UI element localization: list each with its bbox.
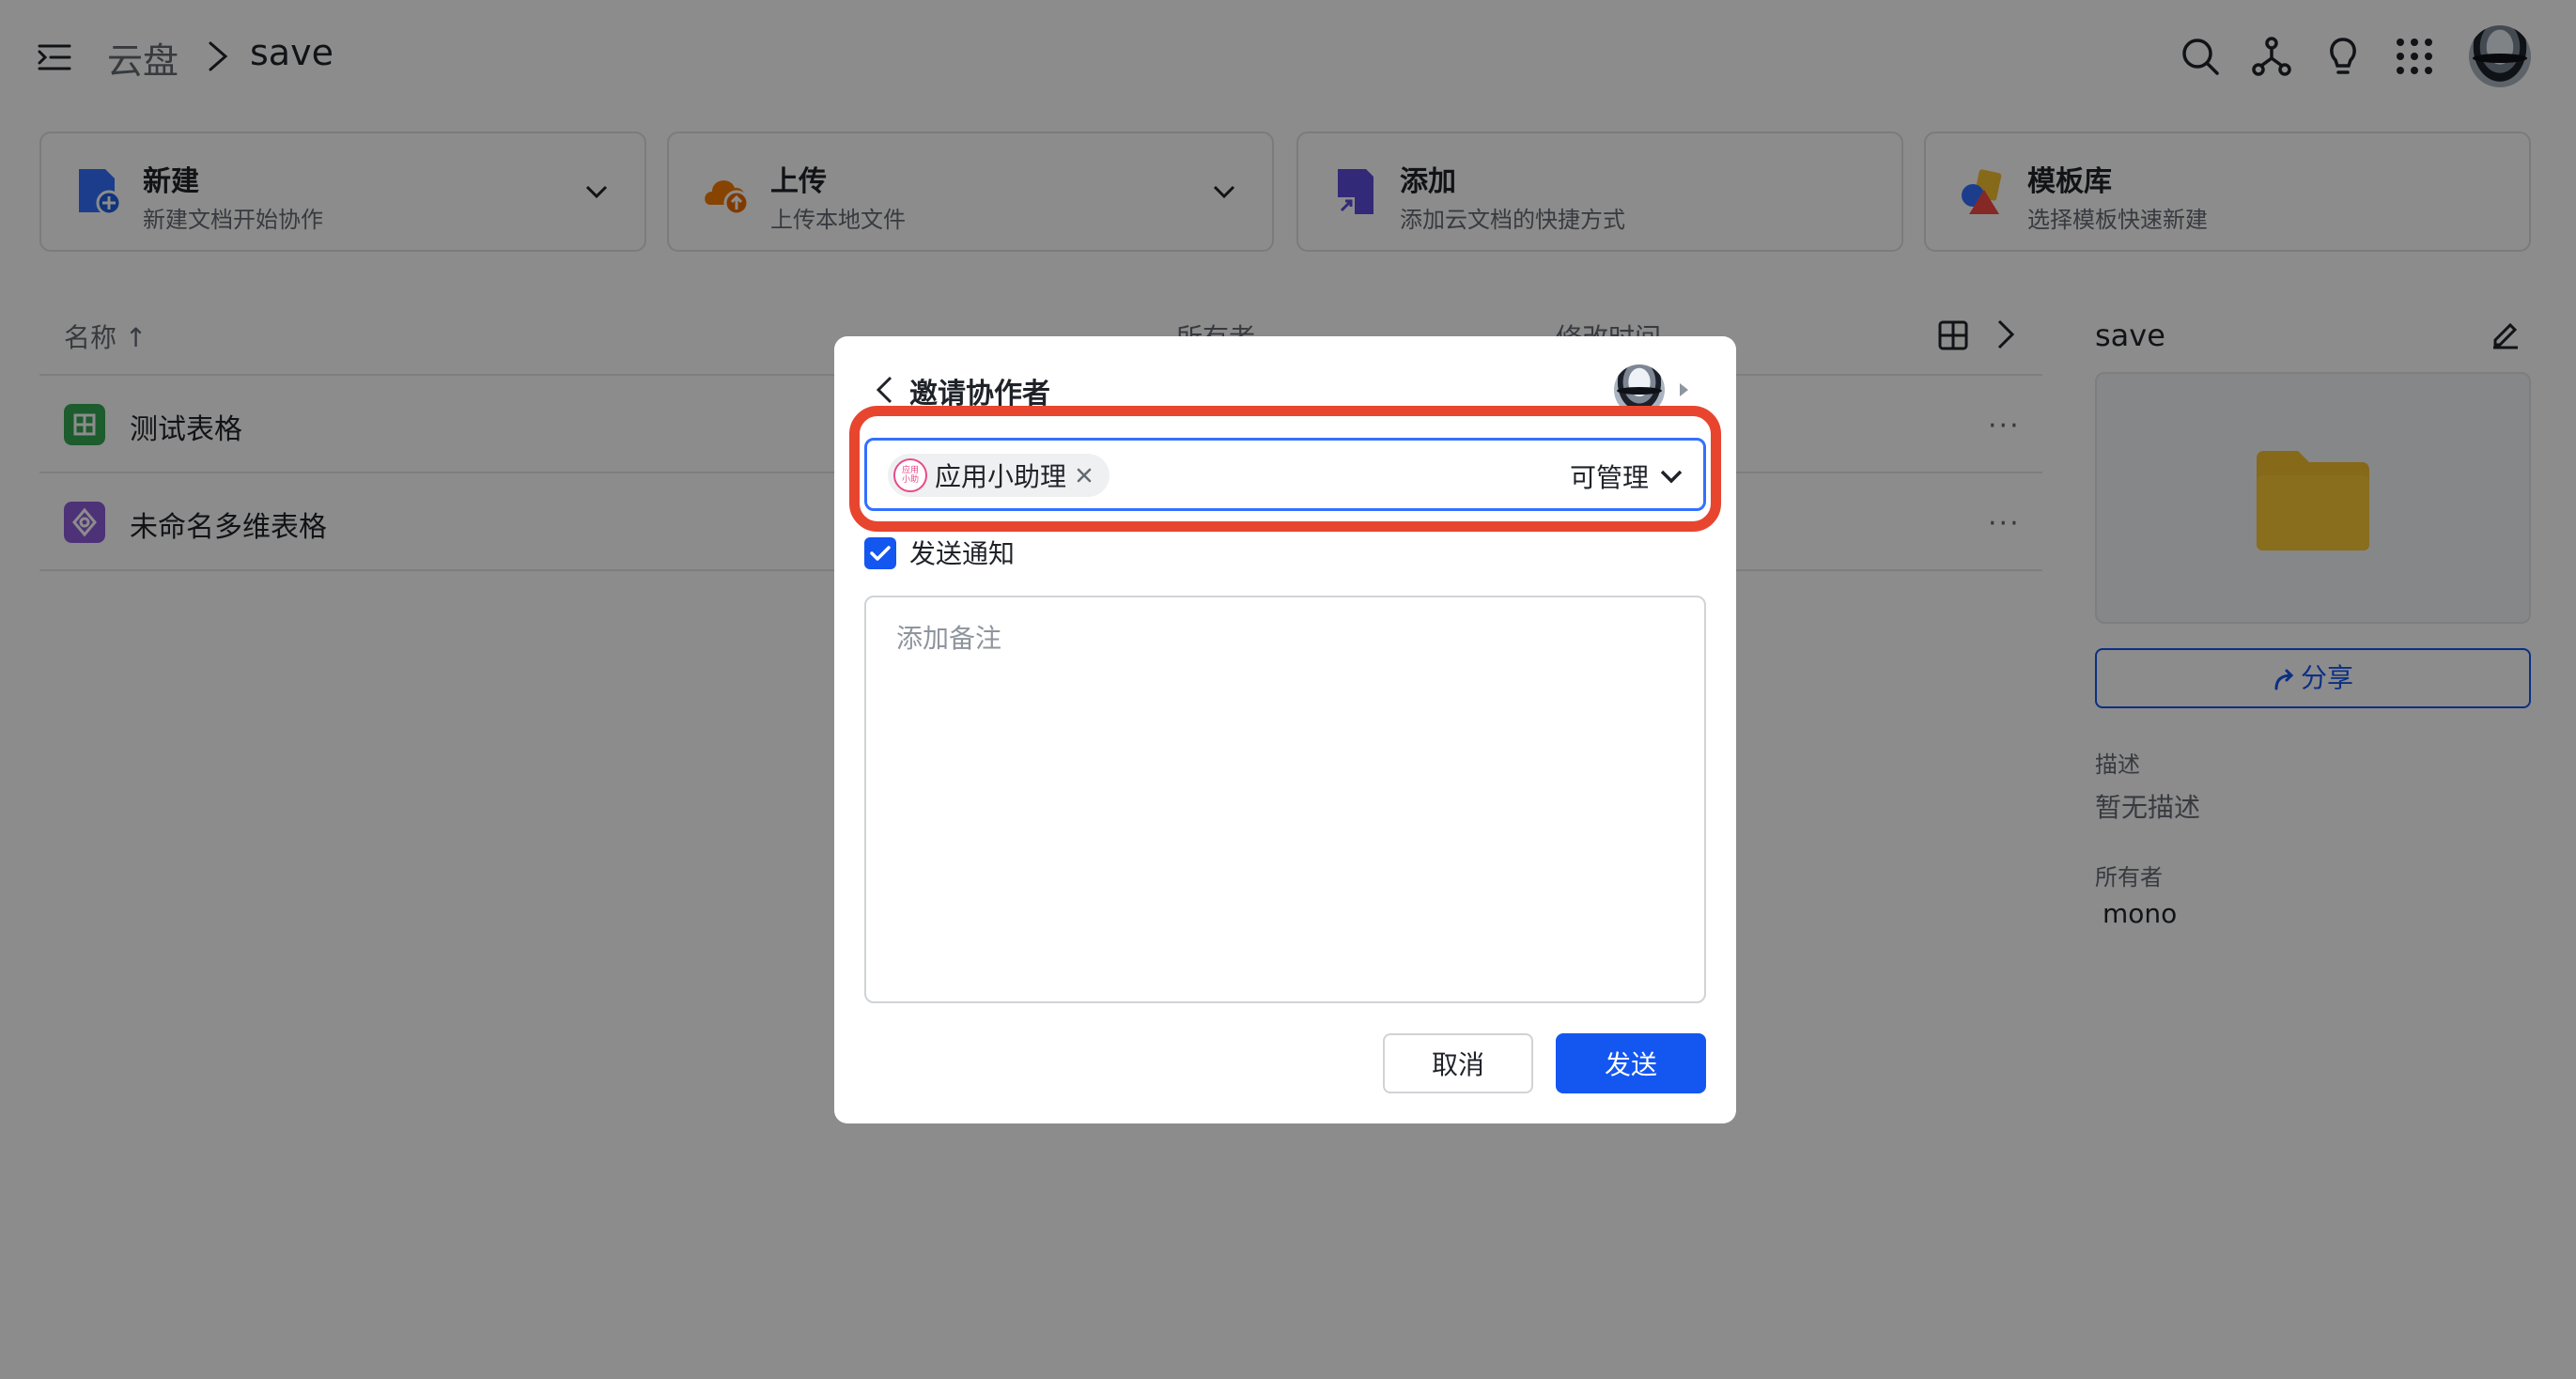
back-icon[interactable] bbox=[874, 374, 894, 406]
caret-right-icon[interactable] bbox=[1678, 381, 1689, 398]
note-textarea[interactable] bbox=[864, 596, 1706, 1003]
checkmark-icon bbox=[870, 546, 891, 561]
cancel-button[interactable]: 取消 bbox=[1383, 1033, 1533, 1093]
notify-checkbox[interactable] bbox=[864, 537, 896, 569]
notify-label[interactable]: 发送通知 bbox=[909, 534, 1015, 571]
invite-collaborator-dialog: 邀请协作者 应用 小助 应用小助理 可管理 发送通知 取消 发送 bbox=[834, 336, 1736, 1123]
highlight-annotation bbox=[849, 406, 1721, 532]
send-button[interactable]: 发送 bbox=[1556, 1033, 1706, 1093]
